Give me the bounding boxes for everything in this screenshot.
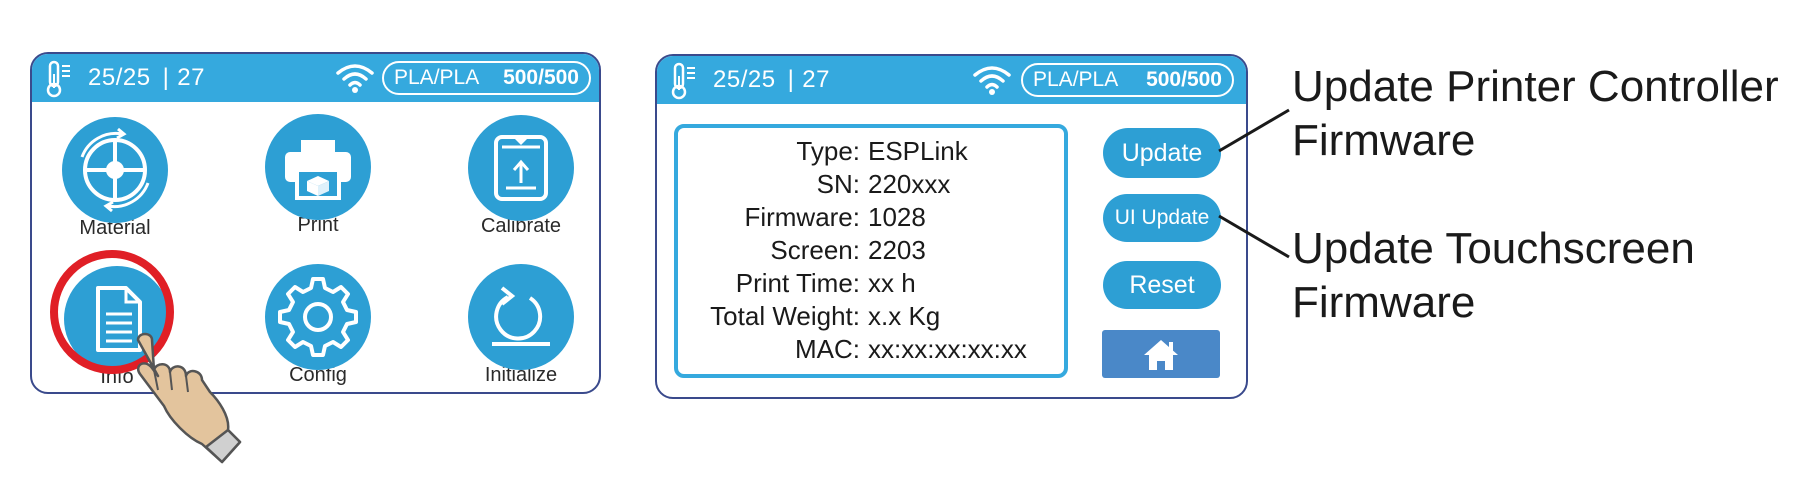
ui-update-annotation: Update Touchscreen Firmware: [1292, 224, 1695, 327]
update-leader-line: [1218, 108, 1290, 153]
update-annotation: Update Printer Controller Firmware: [1292, 62, 1779, 165]
ui-update-leader-line: [1218, 214, 1290, 259]
